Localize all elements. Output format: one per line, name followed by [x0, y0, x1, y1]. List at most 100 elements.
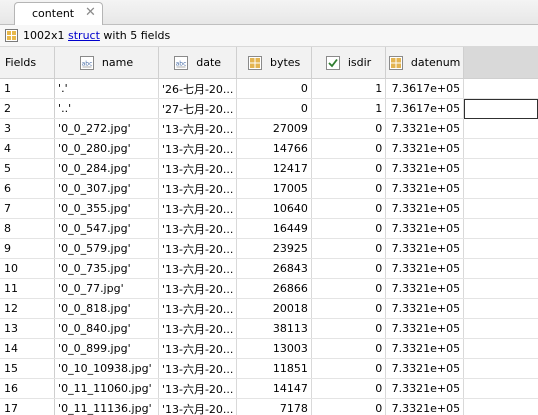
cell-isdir[interactable]: 0	[311, 258, 387, 279]
row-header[interactable]: 10	[0, 258, 56, 279]
cell-datenum[interactable]: 7.3321e+05	[385, 278, 465, 299]
table-row[interactable]: 14'0_0_899.jpg' '13-六月-20... 13003 0 7.3321e…	[0, 338, 538, 359]
cell-bytes[interactable]: 38113	[236, 318, 312, 339]
cell-bytes[interactable]: 11851	[236, 358, 312, 379]
cell-datenum[interactable]: 7.3617e+05	[385, 98, 465, 119]
empty-cell[interactable]	[463, 378, 538, 399]
table-row[interactable]: 9'0_0_579.jpg' '13-六月-20... 23925 0 7.3321e+…	[0, 238, 538, 259]
cell-date[interactable]: '13-六月-20...	[158, 238, 238, 259]
table-row[interactable]: 11'0_0_77.jpg' '13-六月-20... 26866 0 7.3321e+…	[0, 278, 538, 299]
cell-name[interactable]: '0_11_11136.jpg'	[54, 398, 159, 415]
row-header[interactable]: 11	[0, 278, 56, 299]
row-header[interactable]: 4	[0, 138, 56, 159]
cell-datenum[interactable]: 7.3321e+05	[385, 318, 465, 339]
row-header[interactable]: 1	[0, 78, 56, 99]
cell-datenum[interactable]: 7.3321e+05	[385, 178, 465, 199]
cell-isdir[interactable]: 0	[311, 198, 387, 219]
cell-date[interactable]: '13-六月-20...	[158, 198, 238, 219]
cell-isdir[interactable]: 0	[311, 278, 387, 299]
cell-name[interactable]: '0_0_355.jpg'	[54, 198, 159, 219]
empty-cell[interactable]	[463, 318, 538, 339]
row-header[interactable]: 13	[0, 318, 56, 339]
cell-name[interactable]: '0_0_818.jpg'	[54, 298, 159, 319]
cell-bytes[interactable]: 26843	[236, 258, 312, 279]
cell-isdir[interactable]: 0	[311, 338, 387, 359]
table-row[interactable]: 15'0_10_10938.jpg' '13-六月-20... 11851 0 7.33…	[0, 358, 538, 379]
empty-cell[interactable]	[463, 218, 538, 239]
empty-cell[interactable]	[463, 138, 538, 159]
row-header[interactable]: 15	[0, 358, 56, 379]
row-header[interactable]: 8	[0, 218, 56, 239]
cell-datenum[interactable]: 7.3321e+05	[385, 218, 465, 239]
empty-cell[interactable]	[463, 158, 538, 179]
cell-bytes[interactable]: 7178	[236, 398, 312, 415]
cell-name[interactable]: '0_0_899.jpg'	[54, 338, 159, 359]
cell-bytes[interactable]: 13003	[236, 338, 312, 359]
row-header[interactable]: 12	[0, 298, 56, 319]
row-header[interactable]: 17	[0, 398, 56, 415]
cell-datenum[interactable]: 7.3617e+05	[385, 78, 465, 99]
row-header[interactable]: 14	[0, 338, 56, 359]
cell-isdir[interactable]: 0	[311, 378, 387, 399]
cell-name[interactable]: '0_0_307.jpg'	[54, 178, 159, 199]
cell-datenum[interactable]: 7.3321e+05	[385, 238, 465, 259]
empty-cell[interactable]	[463, 338, 538, 359]
cell-bytes[interactable]: 12417	[236, 158, 312, 179]
cell-isdir[interactable]: 0	[311, 398, 387, 415]
empty-cell[interactable]	[463, 258, 538, 279]
cell-date[interactable]: '13-六月-20...	[158, 258, 238, 279]
close-icon[interactable]: ✕	[85, 5, 96, 20]
cell-datenum[interactable]: 7.3321e+05	[385, 338, 465, 359]
cell-name[interactable]: '0_0_735.jpg'	[54, 258, 159, 279]
cell-date[interactable]: '13-六月-20...	[158, 158, 238, 179]
cell-bytes[interactable]: 14766	[236, 138, 312, 159]
cell-isdir[interactable]: 0	[311, 358, 387, 379]
cell-datenum[interactable]: 7.3321e+05	[385, 138, 465, 159]
column-header-name[interactable]: abc name	[54, 47, 159, 79]
table-row[interactable]: 1 '.' '26-七月-20... 0 1 7.3617e+05	[0, 78, 538, 99]
table-row[interactable]: 3'0_0_272.jpg' '13-六月-20... 27009 0 7.3321e+…	[0, 118, 538, 139]
column-header-date[interactable]: abc date	[158, 47, 238, 79]
cell-bytes[interactable]: 23925	[236, 238, 312, 259]
cell-datenum[interactable]: 7.3321e+05	[385, 158, 465, 179]
cell-bytes[interactable]: 20018	[236, 298, 312, 319]
cell-datenum[interactable]: 7.3321e+05	[385, 358, 465, 379]
column-header-bytes[interactable]: bytes	[236, 47, 312, 79]
empty-cell[interactable]	[463, 178, 538, 199]
cell-date[interactable]: '13-六月-20...	[158, 218, 238, 239]
empty-cell[interactable]	[463, 398, 538, 415]
cell-bytes[interactable]: 27009	[236, 118, 312, 139]
cell-date[interactable]: '13-六月-20...	[158, 398, 238, 415]
cell-date[interactable]: '13-六月-20...	[158, 278, 238, 299]
cell-isdir[interactable]: 0	[311, 118, 387, 139]
row-header[interactable]: 9	[0, 238, 56, 259]
cell-name[interactable]: '.'	[54, 78, 159, 99]
cell-bytes[interactable]: 0	[236, 98, 312, 119]
cell-isdir[interactable]: 0	[311, 178, 387, 199]
cell-name[interactable]: '0_0_77.jpg'	[54, 278, 159, 299]
cell-name[interactable]: '0_0_579.jpg'	[54, 238, 159, 259]
empty-cell[interactable]	[463, 78, 538, 99]
empty-cell[interactable]	[463, 298, 538, 319]
column-header-isdir[interactable]: isdir	[311, 47, 387, 79]
row-header[interactable]: 7	[0, 198, 56, 219]
table-row[interactable]: 10'0_0_735.jpg' '13-六月-20... 26843 0 7.3321e…	[0, 258, 538, 279]
cell-isdir[interactable]: 0	[311, 238, 387, 259]
cell-isdir[interactable]: 0	[311, 138, 387, 159]
empty-cell[interactable]	[463, 278, 538, 299]
cell-name[interactable]: '0_0_840.jpg'	[54, 318, 159, 339]
cell-name[interactable]: '0_0_547.jpg'	[54, 218, 159, 239]
table-row[interactable]: 2 '..' '27-七月-20... 0 1 7.3617e+05	[0, 98, 538, 119]
row-header[interactable]: 6	[0, 178, 56, 199]
cell-bytes[interactable]: 0	[236, 78, 312, 99]
cell-datenum[interactable]: 7.3321e+05	[385, 298, 465, 319]
empty-cell[interactable]	[463, 118, 538, 139]
cell-date[interactable]: '26-七月-20...	[158, 78, 238, 99]
cell-date[interactable]: '13-六月-20...	[158, 338, 238, 359]
cell-isdir[interactable]: 1	[311, 78, 387, 99]
cell-bytes[interactable]: 26866	[236, 278, 312, 299]
selected-cell[interactable]	[463, 98, 538, 119]
cell-date[interactable]: '13-六月-20...	[158, 358, 238, 379]
empty-cell[interactable]	[463, 238, 538, 259]
cell-isdir[interactable]: 1	[311, 98, 387, 119]
